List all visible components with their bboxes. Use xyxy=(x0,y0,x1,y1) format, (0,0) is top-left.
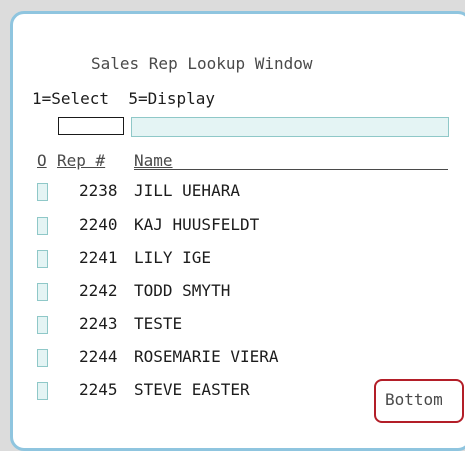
page: Sales Rep Lookup Window 1=Select 5=Displ… xyxy=(0,0,465,451)
rep-name: LILY IGE xyxy=(134,248,212,267)
rep-name: TESTE xyxy=(134,314,183,333)
option-input[interactable] xyxy=(58,117,124,135)
rep-name: JILL UEHARA xyxy=(134,181,240,200)
table-row: 2241 LILY IGE xyxy=(13,248,453,274)
table-row: 2244 ROSEMARIE VIERA xyxy=(13,347,453,373)
rep-name: TODD SMYTH xyxy=(134,281,231,300)
column-header-option: O xyxy=(37,151,47,170)
option-legend: 1=Select 5=Display xyxy=(32,89,216,108)
row-option-input[interactable] xyxy=(37,316,48,334)
rep-number: 2238 xyxy=(79,181,118,200)
lookup-window: Sales Rep Lookup Window 1=Select 5=Displ… xyxy=(10,11,465,451)
table-row: 2243 TESTE xyxy=(13,314,453,340)
column-header-name: Name xyxy=(134,151,173,170)
table-row: 2240 KAJ HUUSFELDT xyxy=(13,215,453,241)
column-header-underline xyxy=(134,169,448,170)
rep-number: 2244 xyxy=(79,347,118,366)
rep-number: 2245 xyxy=(79,380,118,399)
window-title: Sales Rep Lookup Window xyxy=(91,54,313,73)
more-indicator: Bottom xyxy=(385,390,443,409)
table-row: 2242 TODD SMYTH xyxy=(13,281,453,307)
position-to-input[interactable] xyxy=(131,117,449,137)
row-option-input[interactable] xyxy=(37,217,48,235)
rep-name: KAJ HUUSFELDT xyxy=(134,215,260,234)
row-option-input[interactable] xyxy=(37,382,48,400)
row-option-input[interactable] xyxy=(37,183,48,201)
row-option-input[interactable] xyxy=(37,349,48,367)
rep-number: 2242 xyxy=(79,281,118,300)
row-option-input[interactable] xyxy=(37,250,48,268)
rep-name: STEVE EASTER xyxy=(134,380,250,399)
rep-name: ROSEMARIE VIERA xyxy=(134,347,279,366)
rep-number: 2240 xyxy=(79,215,118,234)
row-option-input[interactable] xyxy=(37,283,48,301)
table-row: 2238 JILL UEHARA xyxy=(13,181,453,207)
rep-number: 2241 xyxy=(79,248,118,267)
rep-number: 2243 xyxy=(79,314,118,333)
column-header-rep-number: Rep # xyxy=(57,151,106,170)
